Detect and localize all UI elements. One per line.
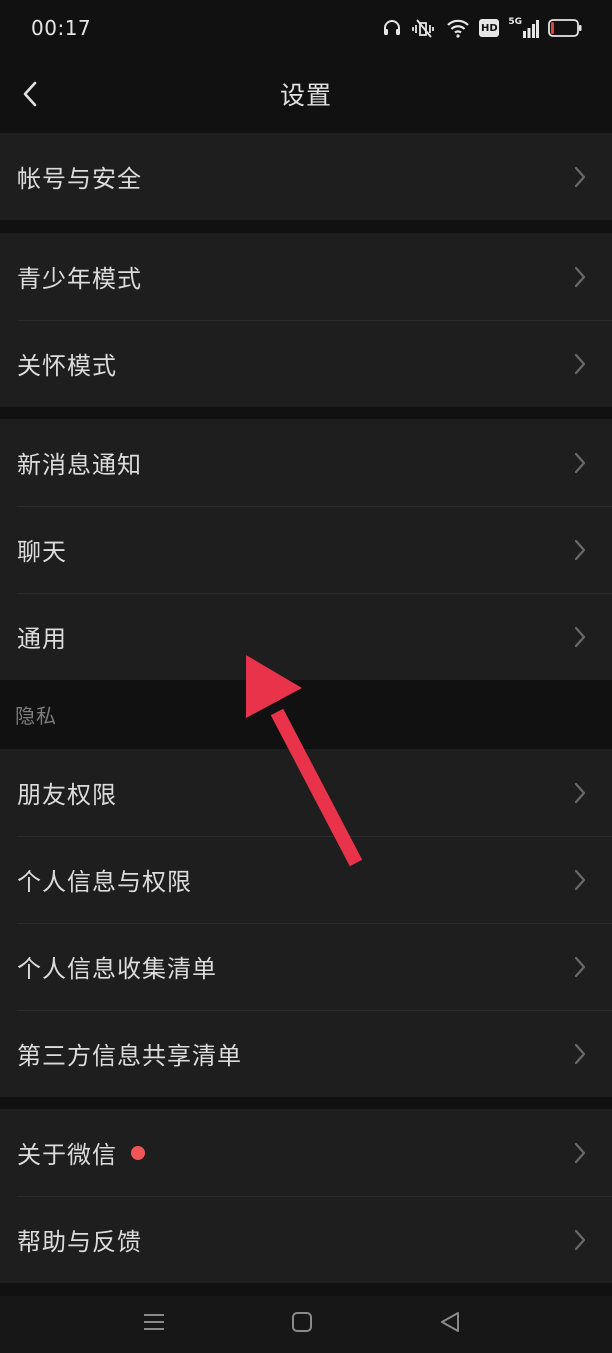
settings-group-privacy: 朋友权限 个人信息与权限 个人信息收集清单 第三方信息共享清单: [0, 749, 612, 1097]
red-dot-badge: [131, 1145, 145, 1160]
settings-item-label: 第三方信息共享清单: [17, 1042, 242, 1070]
settings-item-friend-permissions[interactable]: 朋友权限: [0, 749, 612, 836]
status-bar: 00:17 HD 5G: [0, 0, 612, 56]
back-triangle-icon[interactable]: [438, 1310, 462, 1334]
chevron-left-icon: [23, 81, 37, 107]
settings-item-youth-mode[interactable]: 青少年模式: [0, 233, 612, 320]
chevron-right-icon: [574, 956, 586, 977]
chevron-right-icon: [574, 1142, 586, 1163]
settings-group-general: 新消息通知 聊天 通用: [0, 419, 612, 680]
chevron-right-icon: [574, 353, 586, 374]
hd-icon: HD: [479, 19, 500, 37]
section-label: 隐私: [15, 703, 57, 728]
settings-group-account: 帐号与安全: [0, 133, 612, 220]
chevron-right-icon: [574, 869, 586, 890]
chevron-right-icon: [574, 626, 586, 647]
hd-label: HD: [481, 22, 498, 34]
settings-item-personal-info-permissions[interactable]: 个人信息与权限: [0, 836, 612, 923]
signal-5g-icon: 5G: [508, 18, 539, 38]
settings-item-label: 通用: [17, 625, 67, 653]
header: 设置: [0, 56, 612, 132]
settings-item-label: 新消息通知: [17, 451, 142, 479]
mute-vibrate-icon: [411, 18, 437, 38]
settings-item-label: 个人信息与权限: [17, 868, 192, 896]
headphones-icon: [382, 18, 402, 38]
settings-item-label: 帐号与安全: [17, 165, 142, 193]
settings-item-care-mode[interactable]: 关怀模式: [0, 320, 612, 407]
chevron-right-icon: [574, 1229, 586, 1250]
network-label: 5G: [508, 17, 522, 27]
settings-item-label: 关于微信: [17, 1141, 117, 1169]
home-square-icon[interactable]: [290, 1310, 314, 1334]
battery-low-icon: [548, 19, 582, 37]
chevron-right-icon: [574, 266, 586, 287]
settings-item-account-security[interactable]: 帐号与安全: [0, 133, 612, 220]
settings-item-label: 青少年模式: [17, 265, 142, 293]
settings-item-label: 个人信息收集清单: [17, 955, 217, 983]
chevron-right-icon: [574, 782, 586, 803]
settings-screen: 00:17 HD 5G 设置 帐号与安全 青少年模式 关怀模式 新消息通知 聊天…: [0, 0, 612, 1353]
menu-icon[interactable]: [142, 1310, 166, 1334]
status-icons: HD 5G: [382, 18, 582, 38]
settings-item-info-collection-list[interactable]: 个人信息收集清单: [0, 923, 612, 1010]
settings-item-third-party-sharing-list[interactable]: 第三方信息共享清单: [0, 1010, 612, 1097]
settings-item-label: 聊天: [17, 538, 67, 566]
page-title: 设置: [279, 81, 332, 110]
chevron-right-icon: [574, 452, 586, 473]
settings-item-chat[interactable]: 聊天: [0, 506, 612, 593]
battery-fill: [551, 22, 554, 34]
settings-item-label: 帮助与反馈: [17, 1228, 142, 1256]
chevron-right-icon: [574, 166, 586, 187]
system-nav-bar: [0, 1296, 612, 1353]
chevron-right-icon: [574, 539, 586, 560]
settings-item-label: 关怀模式: [17, 352, 117, 380]
settings-item-general[interactable]: 通用: [0, 593, 612, 680]
back-button[interactable]: [10, 74, 50, 114]
settings-item-about-wechat[interactable]: 关于微信: [0, 1109, 612, 1196]
settings-group-modes: 青少年模式 关怀模式: [0, 233, 612, 407]
section-header-privacy: 隐私: [0, 680, 612, 748]
chevron-right-icon: [574, 1043, 586, 1064]
settings-item-help-feedback[interactable]: 帮助与反馈: [0, 1196, 612, 1283]
settings-item-label: 朋友权限: [17, 781, 117, 809]
status-time: 00:17: [31, 16, 92, 40]
wifi-icon: [446, 18, 470, 38]
settings-group-about: 关于微信 帮助与反馈: [0, 1109, 612, 1283]
settings-item-notifications[interactable]: 新消息通知: [0, 419, 612, 506]
